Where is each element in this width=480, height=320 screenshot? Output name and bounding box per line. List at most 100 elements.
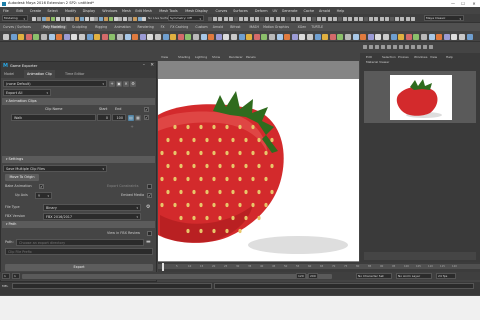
shelf-tool-icon[interactable] (269, 33, 275, 40)
shelf-tool-icon[interactable] (345, 33, 351, 40)
status-tool-icon[interactable] (80, 16, 84, 21)
menu-help[interactable]: Help (337, 9, 345, 13)
shelf-tool-icon[interactable] (155, 33, 161, 40)
maximize-button[interactable]: ☐ (458, 0, 468, 7)
status-tool-icon[interactable] (84, 16, 89, 21)
view-in-fbx-review-checkbox[interactable] (147, 230, 152, 236)
clip-all-checkbox[interactable]: ✓ (144, 107, 149, 112)
shelf-tool-icon[interactable] (436, 33, 443, 40)
shelf-tab-xgen[interactable]: XGen (298, 25, 307, 29)
shelf-tool-icon[interactable] (314, 33, 321, 40)
minimize-button[interactable]: — (448, 0, 458, 7)
status-tool-icon[interactable] (89, 16, 94, 21)
shelf-tool-icon[interactable] (101, 33, 108, 40)
right-panel-tool-icon[interactable] (423, 45, 427, 49)
menu-windows[interactable]: Windows (102, 9, 117, 13)
status-tool-icon[interactable] (384, 16, 389, 21)
status-tool-icon[interactable] (270, 16, 275, 21)
playback-start-field[interactable]: 1 (12, 273, 20, 279)
playback-end-field[interactable]: 120 (296, 273, 306, 279)
menu-curves[interactable]: Curves (216, 9, 228, 13)
right-panel-tool-icon[interactable] (405, 45, 409, 49)
range-end-field[interactable]: 200 (308, 273, 318, 279)
symmetry-dropdown[interactable]: Symmetry: Off ▾ (168, 15, 204, 21)
shelf-tab-fx-caching[interactable]: FX Caching (170, 25, 188, 29)
status-tool-icon[interactable] (286, 16, 290, 21)
status-tool-icon[interactable] (395, 16, 400, 21)
shelf-tool-icon[interactable] (246, 33, 253, 40)
shelf-tool-icon[interactable] (41, 33, 47, 40)
status-tool-icon[interactable] (56, 16, 60, 21)
shelf-tool-icon[interactable] (428, 33, 435, 40)
shelf-tool-icon[interactable] (329, 33, 336, 40)
clip-name-field[interactable]: Walk (11, 114, 96, 121)
right-panel-menu-help[interactable]: Help (446, 55, 453, 59)
shelf-tool-icon[interactable] (94, 33, 101, 40)
status-tool-icon[interactable] (249, 16, 254, 21)
shelf-tool-icon[interactable] (261, 33, 268, 40)
shelf-tool-icon[interactable] (117, 33, 123, 40)
save-multiple-dropdown[interactable]: Save Multiple Clip Files ▾ (3, 165, 107, 172)
embed-media-checkbox[interactable]: ✓ (147, 192, 152, 198)
preset-settings-icon[interactable]: ⚙ (130, 80, 136, 87)
shelf-tool-icon[interactable] (466, 33, 473, 40)
shelf-tab-poly-modeling[interactable]: Poly Modeling (41, 24, 68, 29)
menu-deform[interactable]: Deform (255, 9, 268, 13)
shelf-tab-turtle[interactable]: TURTLE (311, 25, 323, 29)
preset-delete-icon[interactable]: ✕ (123, 80, 129, 87)
viewport-menu-show[interactable]: Show (212, 55, 220, 59)
shelf-tab-animation[interactable]: Animation (114, 25, 130, 29)
status-tool-icon[interactable] (99, 16, 104, 21)
menuset-dropdown[interactable]: Modeling ▾ (2, 15, 28, 21)
viewport-menu-panels[interactable]: Panels (246, 55, 256, 59)
status-tool-icon[interactable] (75, 16, 80, 21)
status-tool-icon[interactable] (379, 16, 384, 21)
tab-time-editor[interactable]: Time Editor (65, 72, 84, 76)
shelf-tool-icon[interactable] (56, 33, 63, 40)
shelf-tool-icon[interactable] (185, 33, 192, 40)
menu-mesh-tools[interactable]: Mesh Tools (159, 9, 177, 13)
right-panel-tool-icon[interactable] (375, 45, 379, 49)
preset-save-icon[interactable]: ▣ (116, 80, 122, 87)
status-tool-icon[interactable] (400, 16, 405, 21)
shelf-tool-icon[interactable] (193, 33, 199, 40)
right-panel-tool-icon[interactable] (417, 45, 421, 49)
close-window-button[interactable]: ✕ (469, 0, 479, 7)
shelf-tool-icon[interactable] (139, 33, 146, 40)
viewport-canvas[interactable]: persp (158, 65, 359, 261)
status-tool-icon[interactable] (301, 16, 306, 21)
shelf-tool-icon[interactable] (170, 33, 177, 40)
shelf-tool-icon[interactable] (109, 33, 116, 40)
shelf-tab-mash[interactable]: MASH (250, 25, 259, 29)
workspace-dropdown[interactable]: Maya Classic ▾ (424, 15, 464, 21)
right-panel-tool-icon[interactable] (369, 45, 373, 49)
status-tool-icon[interactable] (348, 16, 353, 21)
status-tool-icon[interactable] (317, 16, 322, 21)
fbx-version-dropdown[interactable]: FBX 2016/2017 ▾ (43, 212, 141, 220)
tab-model[interactable]: Model (4, 72, 14, 76)
up-axis-dropdown[interactable]: Y ▾ (35, 191, 52, 199)
status-tool-icon[interactable] (280, 16, 285, 21)
status-tool-icon[interactable] (118, 16, 123, 21)
right-panel-tool-icon[interactable] (381, 45, 385, 49)
clip-export-checkbox[interactable]: ✓ (144, 115, 149, 120)
range-slider-bar[interactable] (22, 273, 332, 279)
status-tool-icon[interactable] (312, 16, 316, 21)
status-tool-icon[interactable] (218, 16, 223, 21)
move-to-origin-button[interactable]: Move To Origin (5, 173, 39, 181)
export-mode-dropdown[interactable]: Export All ▾ (3, 89, 51, 96)
status-tool-icon[interactable] (254, 16, 259, 21)
right-panel-tool-icon[interactable] (411, 45, 415, 49)
command-input[interactable] (12, 282, 212, 289)
clip-timeline-icon[interactable]: ▤ (128, 114, 134, 121)
shelf-tab-arnold[interactable]: Arnold (213, 25, 223, 29)
exporter-close-button[interactable]: ✕ (150, 63, 154, 68)
status-tool-icon[interactable] (137, 16, 142, 21)
shelf-tool-icon[interactable] (48, 33, 55, 40)
menu-display[interactable]: Display (83, 9, 96, 13)
right-panel-tool-icon[interactable] (363, 45, 367, 49)
shelf-tool-icon[interactable] (398, 33, 405, 40)
status-tool-icon[interactable] (338, 16, 342, 21)
menu-surfaces[interactable]: Surfaces (233, 9, 248, 13)
status-tool-icon[interactable] (322, 16, 327, 21)
